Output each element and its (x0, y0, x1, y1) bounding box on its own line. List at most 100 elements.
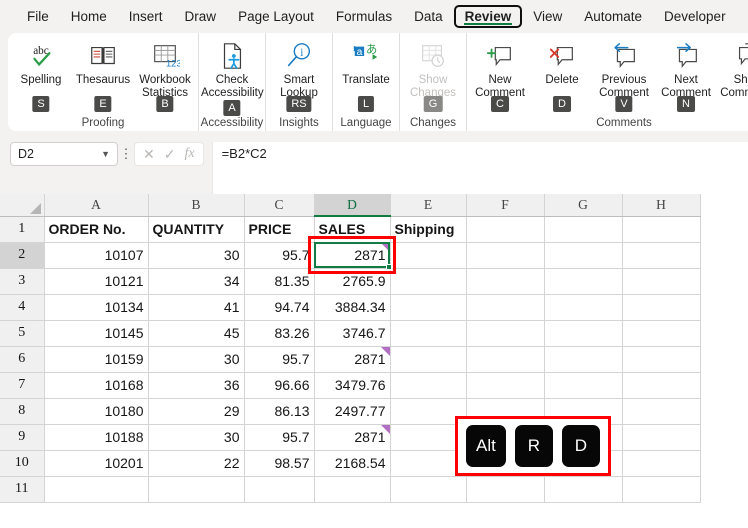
next-comment-button[interactable]: Next Comment N (655, 37, 717, 112)
cell-C4[interactable]: 94.74 (244, 294, 315, 321)
column-header-D[interactable]: D (314, 194, 391, 217)
ribbon-tab-insert[interactable]: Insert (118, 5, 174, 29)
smart-lookup-button[interactable]: i Smart Lookup RS (268, 37, 330, 112)
cell-F1[interactable] (466, 216, 545, 243)
row-header-2[interactable]: 2 (0, 242, 45, 269)
cell-G5[interactable] (544, 320, 623, 347)
column-header-A[interactable]: A (44, 194, 149, 217)
row-header-6[interactable]: 6 (0, 346, 45, 373)
cell-D8[interactable]: 2497.77 (314, 398, 391, 425)
cell-H11[interactable] (622, 476, 701, 503)
row-header-4[interactable]: 4 (0, 294, 45, 321)
worksheet-grid[interactable]: ABCDEFGH 1 ORDER No. QUANTITY PRICE SALES Shi… (0, 194, 748, 528)
cell-D7[interactable]: 3479.76 (314, 372, 391, 399)
cell-A7[interactable]: 10168 (44, 372, 149, 399)
insert-function-icon[interactable]: fx (184, 146, 194, 162)
cell-G2[interactable] (544, 242, 623, 269)
cell-E3[interactable] (390, 268, 467, 295)
ribbon-tab-file[interactable]: File (16, 5, 60, 29)
cell-D6[interactable]: 2871 (314, 346, 391, 373)
cell-C9[interactable]: 95.7 (244, 424, 315, 451)
confirm-icon[interactable]: ✓ (164, 146, 176, 163)
cell-C10[interactable]: 98.57 (244, 450, 315, 477)
cell-F4[interactable] (466, 294, 545, 321)
ribbon-tab-data[interactable]: Data (403, 5, 454, 29)
cell-B6[interactable]: 30 (148, 346, 245, 373)
cell-E7[interactable] (390, 372, 467, 399)
cell-F7[interactable] (466, 372, 545, 399)
delete-comment-button[interactable]: Delete D (531, 37, 593, 112)
column-header-E[interactable]: E (390, 194, 467, 217)
cell-A3[interactable]: 10121 (44, 268, 149, 295)
cell-C6[interactable]: 95.7 (244, 346, 315, 373)
cell-C8[interactable]: 86.13 (244, 398, 315, 425)
ribbon-tab-home[interactable]: Home (60, 5, 118, 29)
cell-D2[interactable]: 2871 (314, 242, 391, 269)
cell-H10[interactable] (622, 450, 701, 477)
cell-A6[interactable]: 10159 (44, 346, 149, 373)
cell-A2[interactable]: 10107 (44, 242, 149, 269)
cell-H5[interactable] (622, 320, 701, 347)
cell-C3[interactable]: 81.35 (244, 268, 315, 295)
cell-B7[interactable]: 36 (148, 372, 245, 399)
row-header-11[interactable]: 11 (0, 476, 45, 503)
select-all-corner[interactable] (0, 194, 45, 217)
cell-A1[interactable]: ORDER No. (44, 216, 149, 243)
cell-G7[interactable] (544, 372, 623, 399)
cell-B3[interactable]: 34 (148, 268, 245, 295)
cell-H4[interactable] (622, 294, 701, 321)
cell-A4[interactable]: 10134 (44, 294, 149, 321)
cancel-icon[interactable]: ✕ (143, 146, 155, 163)
row-header-9[interactable]: 9 (0, 424, 45, 451)
cell-F3[interactable] (466, 268, 545, 295)
row-header-10[interactable]: 10 (0, 450, 45, 477)
cell-C2[interactable]: 95.7 (244, 242, 315, 269)
cell-C11[interactable] (244, 476, 315, 503)
ribbon-tab-automate[interactable]: Automate (573, 5, 653, 29)
cell-D11[interactable] (314, 476, 391, 503)
fill-handle[interactable] (386, 264, 392, 270)
ribbon-tab-developer[interactable]: Developer (653, 5, 737, 29)
cell-E6[interactable] (390, 346, 467, 373)
new-comment-button[interactable]: New Comment C (469, 37, 531, 112)
cell-B2[interactable]: 30 (148, 242, 245, 269)
ribbon-tab-formulas[interactable]: Formulas (325, 5, 403, 29)
cell-A10[interactable]: 10201 (44, 450, 149, 477)
cell-H3[interactable] (622, 268, 701, 295)
cell-H8[interactable] (622, 398, 701, 425)
cell-B10[interactable]: 22 (148, 450, 245, 477)
cell-B4[interactable]: 41 (148, 294, 245, 321)
cell-F11[interactable] (466, 476, 545, 503)
cell-C7[interactable]: 96.66 (244, 372, 315, 399)
cell-G6[interactable] (544, 346, 623, 373)
cell-D1[interactable]: SALES (314, 216, 391, 243)
row-header-5[interactable]: 5 (0, 320, 45, 347)
chevron-down-icon[interactable]: ▼ (101, 149, 110, 159)
column-header-H[interactable]: H (622, 194, 701, 217)
workbook-statistics-button[interactable]: 123 Workbook Statistics B (134, 37, 196, 112)
cell-B9[interactable]: 30 (148, 424, 245, 451)
cell-H2[interactable] (622, 242, 701, 269)
row-header-8[interactable]: 8 (0, 398, 45, 425)
cell-H7[interactable] (622, 372, 701, 399)
check-accessibility-button[interactable]: Check Accessibility ~A (201, 37, 264, 116)
cell-E4[interactable] (390, 294, 467, 321)
ribbon-tab-draw[interactable]: Draw (174, 5, 228, 29)
cell-D4[interactable]: 3884.34 (314, 294, 391, 321)
translate-button[interactable]: a あ Translate L (335, 37, 397, 112)
cell-F5[interactable] (466, 320, 545, 347)
cell-F2[interactable] (466, 242, 545, 269)
show-changes-button[interactable]: Show Changes G (402, 37, 464, 112)
cell-D10[interactable]: 2168.54 (314, 450, 391, 477)
name-box[interactable]: D2 ▼ (10, 142, 118, 166)
cell-B11[interactable] (148, 476, 245, 503)
cell-E2[interactable] (390, 242, 467, 269)
cell-C1[interactable]: PRICE (244, 216, 315, 243)
cell-D5[interactable]: 3746.7 (314, 320, 391, 347)
cell-H1[interactable] (622, 216, 701, 243)
ribbon-tab-help[interactable]: Help (737, 5, 748, 29)
cell-B5[interactable]: 45 (148, 320, 245, 347)
cell-G3[interactable] (544, 268, 623, 295)
cell-E1[interactable]: Shipping (390, 216, 467, 243)
column-header-F[interactable]: F (466, 194, 545, 217)
